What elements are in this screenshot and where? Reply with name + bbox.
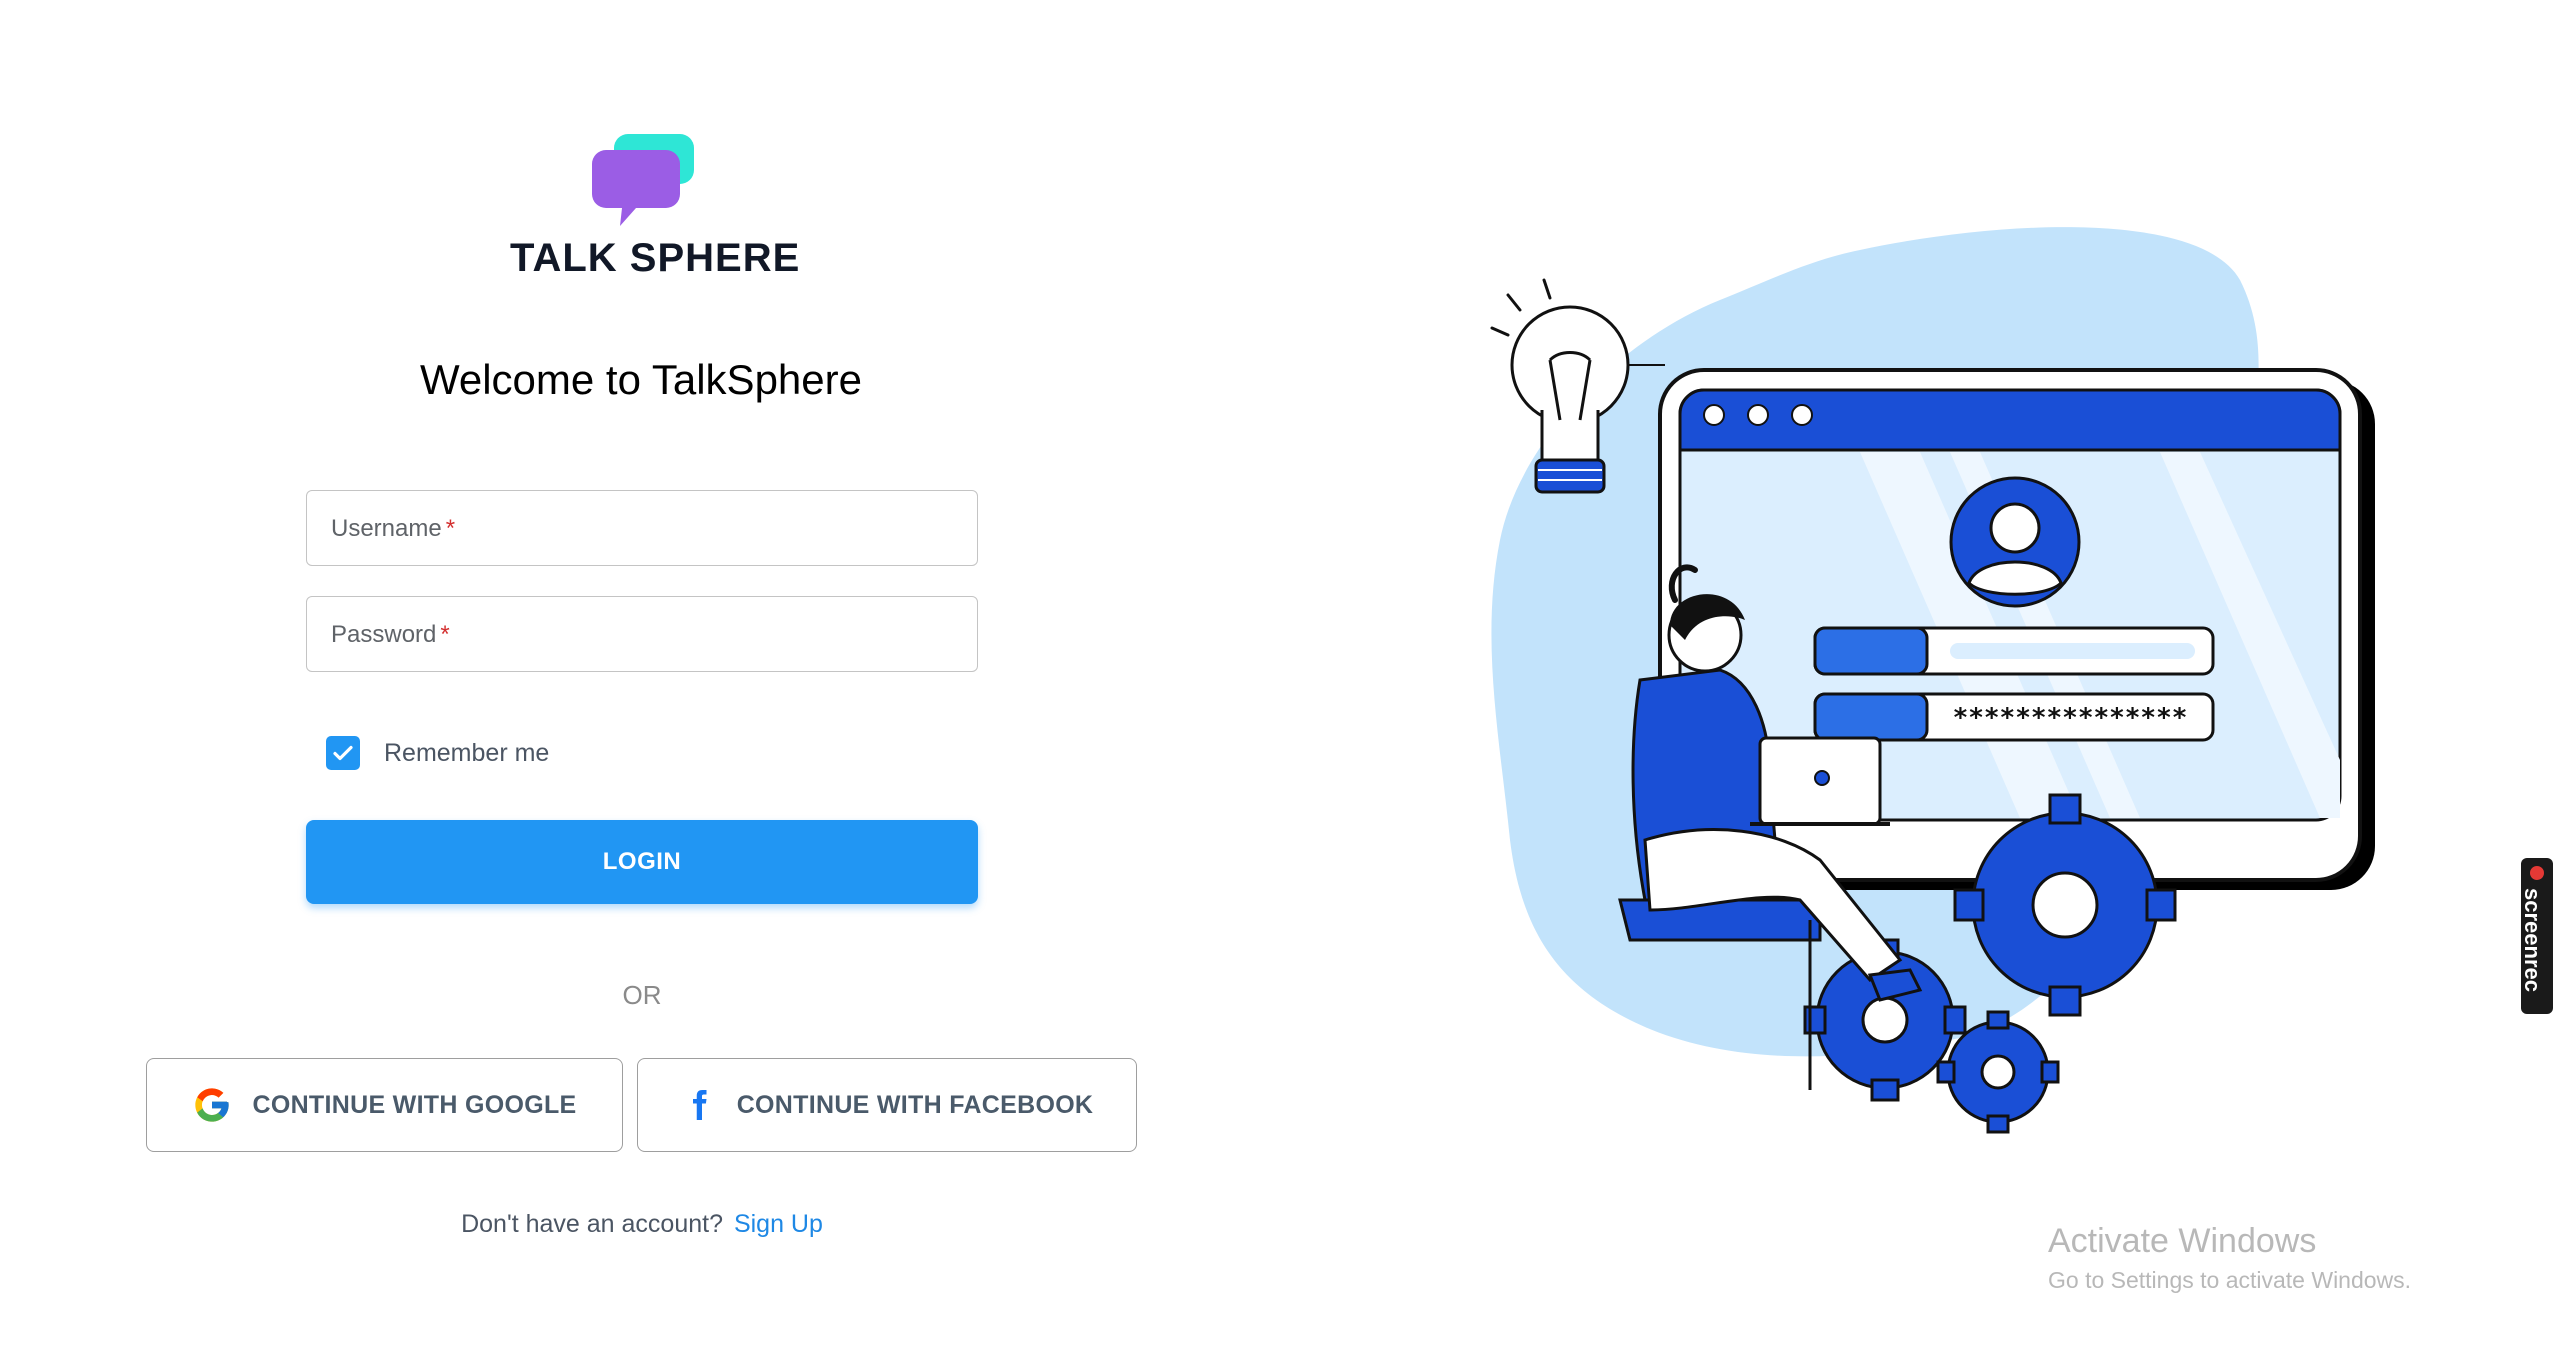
chat-bubbles-icon xyxy=(592,134,694,226)
facebook-button-label: CONTINUE WITH FACEBOOK xyxy=(736,1090,1094,1119)
or-divider: OR xyxy=(622,980,662,1010)
brand-name: TALK SPHERE xyxy=(510,236,801,280)
record-icon xyxy=(2530,866,2544,880)
brand-logo: TALK SPHERE xyxy=(510,128,801,288)
page-title: Welcome to TalkSphere xyxy=(419,356,862,403)
google-button-label: CONTINUE WITH GOOGLE xyxy=(252,1090,577,1119)
login-page: TALK SPHERE Welcome to TalkSphere Userna… xyxy=(0,0,2560,1360)
password-field[interactable]: Password * xyxy=(306,596,978,672)
screenrec-widget[interactable]: screenrec xyxy=(2520,858,2553,1014)
login-illustration: *************** xyxy=(1490,227,2375,1134)
remember-me-label: Remember me xyxy=(384,738,550,767)
activate-windows-subtitle: Go to Settings to activate Windows. xyxy=(2048,1267,2412,1293)
activate-windows-title: Activate Windows xyxy=(2048,1222,2317,1260)
google-icon xyxy=(195,1088,230,1122)
screenrec-label: screenrec xyxy=(2520,888,2545,992)
continue-with-google-button[interactable]: CONTINUE WITH GOOGLE xyxy=(146,1058,623,1152)
remember-me[interactable]: Remember me xyxy=(326,735,549,771)
password-mask: *************** xyxy=(1953,703,2188,733)
continue-with-facebook-button[interactable]: CONTINUE WITH FACEBOOK xyxy=(637,1058,1137,1152)
username-field[interactable]: Username * xyxy=(306,490,978,566)
check-icon xyxy=(333,745,353,761)
remember-me-checkbox[interactable] xyxy=(326,736,360,770)
sign-up-link[interactable]: Sign Up xyxy=(734,1210,823,1238)
facebook-icon xyxy=(692,1090,707,1120)
windows-activation-watermark: Activate Windows Go to Settings to activ… xyxy=(2048,1222,2411,1294)
login-button[interactable]: LOGIN xyxy=(306,820,978,904)
signup-prompt: Don't have an account? xyxy=(461,1210,723,1238)
signup-row: Don't have an account? Sign Up xyxy=(306,1210,978,1239)
username-input[interactable] xyxy=(307,491,977,565)
password-input[interactable] xyxy=(307,597,977,671)
